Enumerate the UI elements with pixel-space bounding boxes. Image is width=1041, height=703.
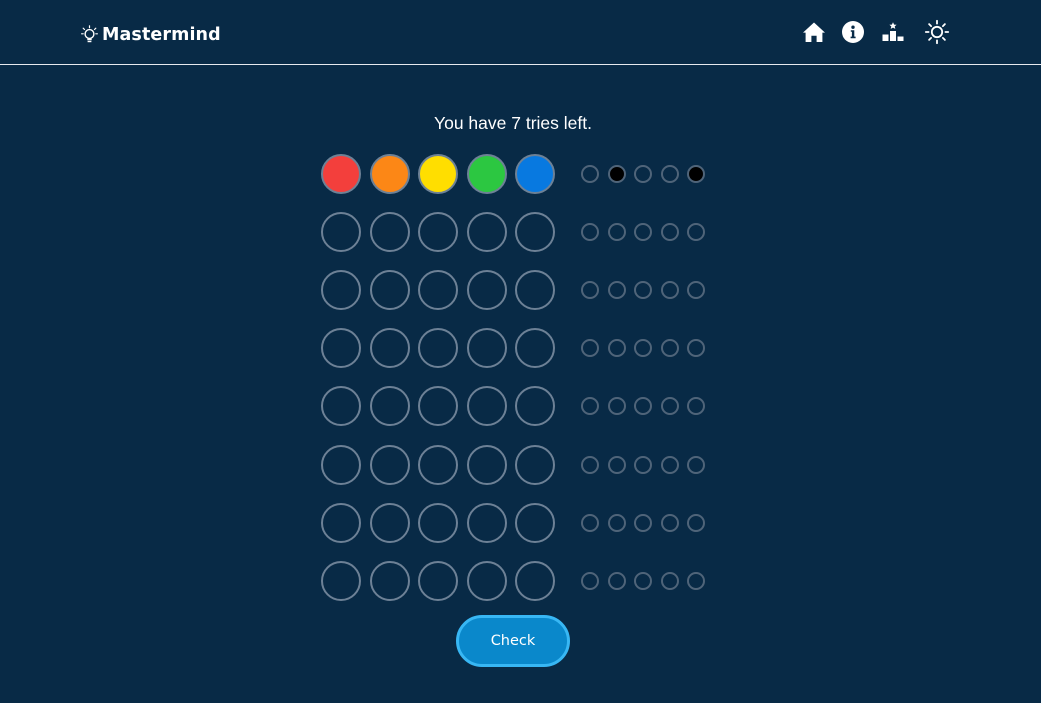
peg-slot[interactable] — [369, 502, 410, 543]
hint-peg — [660, 281, 679, 300]
peg-slot[interactable] — [515, 212, 555, 253]
hint-peg — [607, 513, 626, 532]
hint-peg — [687, 397, 705, 416]
home-icon[interactable] — [801, 19, 827, 45]
peg-slot[interactable] — [369, 270, 410, 311]
peg-slot[interactable] — [418, 270, 458, 311]
peg-slot[interactable] — [515, 386, 555, 427]
peg-slot[interactable] — [321, 560, 361, 601]
hint-peg — [634, 339, 652, 358]
peg-slot[interactable] — [466, 328, 507, 369]
peg-slot[interactable] — [418, 386, 458, 427]
hint-peg — [660, 397, 679, 416]
hint-peg — [581, 165, 599, 183]
peg-slot[interactable] — [369, 386, 410, 427]
peg-slot[interactable] — [369, 444, 410, 485]
theme-toggle-icon[interactable] — [924, 19, 950, 45]
peg-slot[interactable] — [466, 444, 507, 485]
hint-peg — [660, 223, 679, 242]
hint-peg — [660, 455, 679, 474]
peg-slot[interactable] — [369, 328, 410, 369]
peg-slot[interactable] — [466, 502, 507, 543]
hint-peg — [634, 455, 652, 474]
peg-slot[interactable] — [369, 560, 410, 601]
peg-slot[interactable] — [321, 502, 361, 543]
hint-peg — [634, 397, 652, 416]
app-title: Mastermind — [102, 25, 221, 45]
peg-slot[interactable] — [369, 212, 410, 253]
hint-peg — [607, 165, 626, 183]
peg-slot[interactable] — [515, 270, 555, 311]
peg-slot[interactable] — [321, 212, 361, 253]
hint-peg — [687, 223, 705, 242]
peg-slot[interactable] — [466, 386, 507, 427]
hint-peg — [607, 571, 626, 590]
hint-peg — [634, 165, 652, 183]
peg-slot[interactable] — [418, 444, 458, 485]
hint-peg — [660, 571, 679, 590]
info-icon[interactable] — [840, 19, 866, 45]
peg-slot[interactable] — [418, 154, 458, 194]
hint-peg — [581, 513, 599, 532]
hint-peg — [581, 339, 599, 358]
hint-peg — [687, 281, 705, 300]
peg-slot[interactable] — [369, 154, 410, 194]
hint-peg — [687, 513, 705, 532]
hint-peg — [607, 339, 626, 358]
peg-slot[interactable] — [466, 270, 507, 311]
peg-slot[interactable] — [321, 444, 361, 485]
peg-slot[interactable] — [321, 154, 361, 194]
peg-slot[interactable] — [515, 154, 555, 194]
peg-slot[interactable] — [321, 270, 361, 311]
hint-peg — [581, 571, 599, 590]
peg-slot[interactable] — [515, 444, 555, 485]
hint-peg — [581, 397, 599, 416]
tries-left-message: You have 7 tries left. — [434, 113, 592, 133]
peg-slot[interactable] — [418, 560, 458, 601]
top-navbar: Mastermind — [0, 0, 1041, 65]
peg-slot[interactable] — [515, 502, 555, 543]
check-button[interactable]: Check — [456, 615, 570, 667]
hint-peg — [581, 223, 599, 242]
hint-peg — [607, 281, 626, 300]
hint-peg — [581, 455, 599, 474]
peg-slot[interactable] — [418, 502, 458, 543]
leaderboard-icon[interactable] — [880, 19, 906, 45]
hint-peg — [634, 281, 652, 300]
peg-slot[interactable] — [515, 560, 555, 601]
peg-slot[interactable] — [321, 328, 361, 369]
hint-peg — [687, 455, 705, 474]
hint-peg — [607, 455, 626, 474]
hint-peg — [687, 339, 705, 358]
hint-peg — [660, 513, 679, 532]
peg-slot[interactable] — [515, 328, 555, 369]
hint-peg — [687, 571, 705, 590]
hint-peg — [660, 339, 679, 358]
hint-peg — [581, 281, 599, 300]
hint-peg — [607, 397, 626, 416]
peg-slot[interactable] — [466, 560, 507, 601]
peg-slot[interactable] — [466, 154, 507, 194]
hint-peg — [634, 223, 652, 242]
brand-logo[interactable]: Mastermind — [81, 23, 221, 47]
peg-slot[interactable] — [418, 212, 458, 253]
peg-slot[interactable] — [321, 386, 361, 427]
hint-peg — [660, 165, 679, 183]
hint-peg — [607, 223, 626, 242]
peg-slot[interactable] — [418, 328, 458, 369]
hint-peg — [634, 513, 652, 532]
peg-slot[interactable] — [466, 212, 507, 253]
hint-peg — [634, 571, 652, 590]
hint-peg — [687, 165, 705, 183]
lightbulb-icon — [81, 25, 98, 43]
